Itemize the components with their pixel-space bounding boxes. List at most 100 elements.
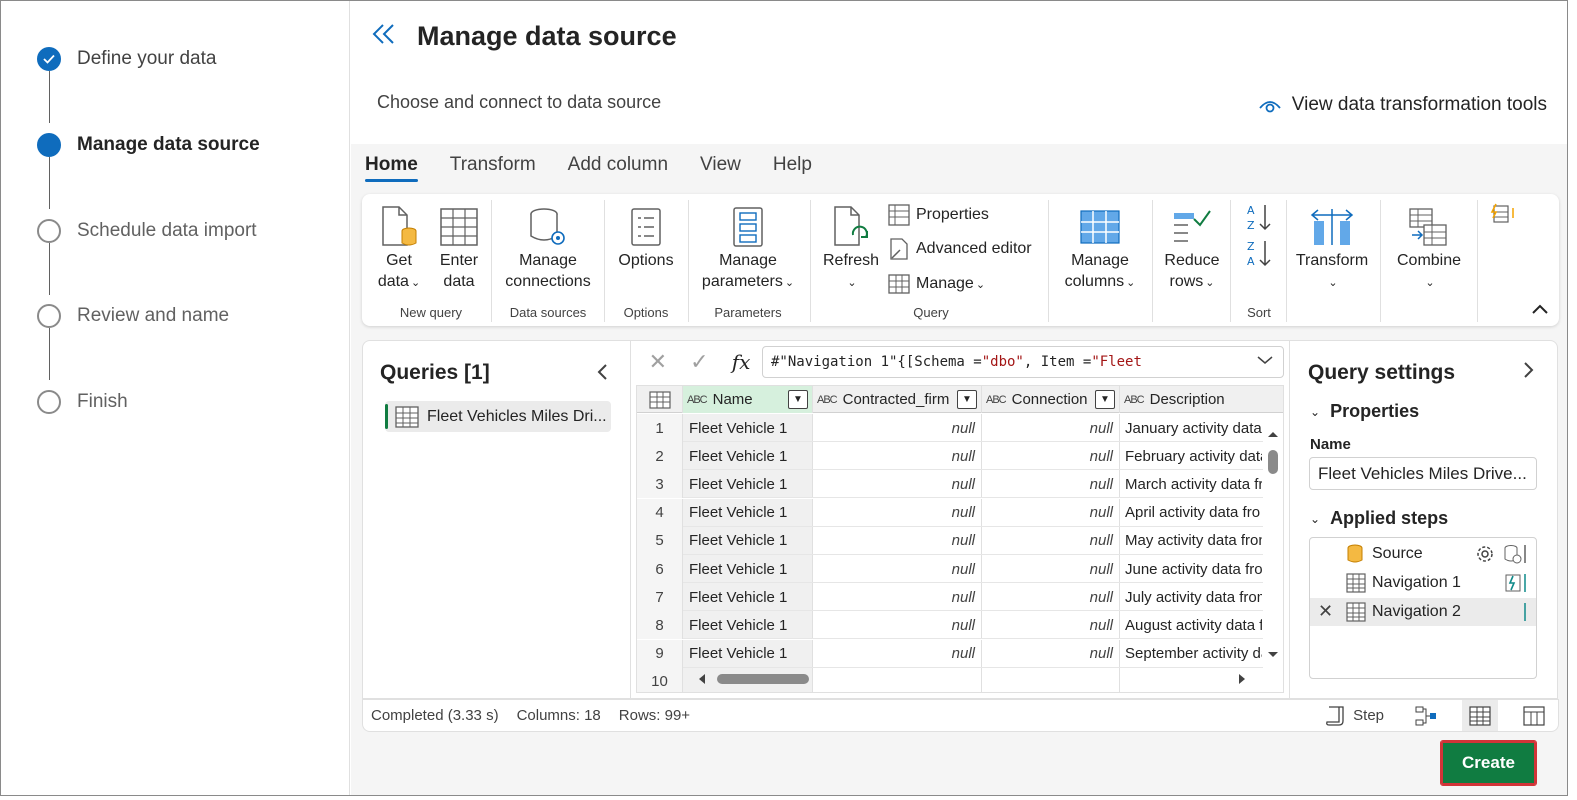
cell-connection[interactable]: null (982, 639, 1120, 668)
wizard-step-schedule[interactable]: Schedule data import (37, 219, 257, 243)
manage-button[interactable]: Manage ⌄ (888, 273, 985, 295)
cell-name[interactable]: Fleet Vehicle 1 (683, 583, 813, 612)
cell-connection[interactable]: null (982, 526, 1120, 555)
cell-connection[interactable]: null (982, 414, 1120, 442)
cell-contracted-firm[interactable]: null (813, 583, 982, 612)
query-item[interactable]: Fleet Vehicles Miles Dri... (385, 401, 611, 432)
schema-view-button[interactable] (1516, 700, 1552, 731)
insights-button[interactable] (1490, 202, 1522, 226)
delete-step-icon[interactable]: ✕ (1318, 601, 1333, 622)
vertical-scrollbar[interactable] (1267, 430, 1279, 662)
wizard-step-review[interactable]: Review and name (37, 304, 229, 328)
tab-view[interactable]: View (700, 152, 741, 182)
cell-contracted-firm[interactable]: null (813, 555, 982, 583)
tab-add-column[interactable]: Add column (568, 152, 668, 182)
applied-steps-toggle[interactable]: ⌄ Applied steps (1310, 508, 1448, 529)
view-transformation-tools-link[interactable]: View data transformation tools (1258, 94, 1547, 116)
cell-contracted-firm[interactable]: null (813, 639, 982, 668)
back-chevron-icon[interactable] (371, 23, 397, 50)
app-frame: Define your data Manage data source Sche… (0, 0, 1568, 796)
applied-step-navigation-2[interactable]: ✕ Navigation 2 (1310, 598, 1536, 626)
tab-transform[interactable]: Transform (450, 152, 536, 182)
fx-icon[interactable]: fx (732, 350, 751, 374)
cell-connection[interactable]: null (982, 442, 1120, 471)
advanced-editor-button[interactable]: Advanced editor (888, 238, 1032, 260)
tab-home[interactable]: Home (365, 152, 418, 182)
combine-button[interactable]: Combine ⌄ (1385, 204, 1473, 294)
cell-description[interactable]: August activity data f (1120, 611, 1262, 639)
table-view-button[interactable] (1462, 700, 1498, 731)
column-dropdown-icon[interactable]: ▼ (957, 390, 977, 409)
applied-step-navigation-1[interactable]: Navigation 1 (1310, 569, 1536, 597)
cell-description[interactable]: January activity data (1120, 414, 1262, 442)
wizard-step-finish[interactable]: Finish (37, 390, 128, 414)
cell-contracted-firm[interactable]: null (813, 470, 982, 499)
expand-right-icon[interactable] (1523, 361, 1535, 384)
chevron-down-icon[interactable] (1257, 353, 1273, 369)
cell-description[interactable]: February activity data (1120, 442, 1262, 470)
column-header-contracted-firm[interactable]: ABC Contracted_firm ▼ (813, 386, 982, 413)
cell-contracted-firm[interactable]: null (813, 611, 982, 640)
cell-name[interactable]: Fleet Vehicle 1 (683, 498, 813, 527)
step-button[interactable]: Step (1319, 700, 1390, 731)
manage-parameters-button[interactable]: Manage parameters ⌄ (693, 204, 803, 294)
column-header-name[interactable]: ABC Name ▼ (683, 386, 813, 413)
ribbon-divider (1048, 200, 1049, 322)
enter-data-button[interactable]: Enter data (432, 204, 486, 292)
cell-description[interactable]: September activity da (1120, 640, 1262, 668)
options-button[interactable]: Options (609, 204, 683, 271)
cell-description[interactable]: June activity data fro (1120, 555, 1262, 583)
formula-input[interactable]: #"Navigation 1"{[Schema = "dbo", Item = … (762, 346, 1284, 378)
manage-connections-button[interactable]: Manage connections (496, 204, 600, 292)
applied-step-source[interactable]: Source (1310, 540, 1536, 568)
sort-ascending-button[interactable]: AZ (1245, 202, 1279, 232)
properties-heading: Properties (1330, 401, 1420, 421)
confirm-icon[interactable]: ✓ (690, 349, 708, 375)
query-name-input[interactable]: Fleet Vehicles Miles Drive... (1309, 457, 1537, 490)
cell-name[interactable]: Fleet Vehicle 1 (683, 470, 813, 499)
column-header-description[interactable]: ABC Description (1120, 386, 1280, 413)
properties-section-toggle[interactable]: ⌄ Properties (1310, 401, 1419, 422)
cell-name[interactable]: Fleet Vehicle 1 (683, 526, 813, 555)
cell-description[interactable]: July activity data from (1120, 583, 1262, 611)
get-data-icon (379, 204, 419, 250)
cell-description[interactable]: March activity data fr (1120, 470, 1262, 498)
cell-name[interactable]: Fleet Vehicle 1 (683, 414, 813, 442)
cell-name[interactable]: Fleet Vehicle 1 (683, 639, 813, 668)
cell-connection[interactable]: null (982, 583, 1120, 612)
transform-button[interactable]: Transform ⌄ (1291, 204, 1373, 294)
wizard-step-define[interactable]: Define your data (37, 47, 216, 71)
sort-descending-button[interactable]: ZA (1245, 238, 1279, 268)
cell-name[interactable]: Fleet Vehicle 1 (683, 555, 813, 583)
horizontal-scrollbar[interactable] (697, 672, 1257, 686)
collapse-left-icon[interactable] (596, 363, 608, 386)
cell-contracted-firm[interactable]: null (813, 526, 982, 555)
cell-connection[interactable]: null (982, 611, 1120, 640)
cell-name[interactable]: Fleet Vehicle 1 (683, 611, 813, 640)
cell-contracted-firm[interactable]: null (813, 414, 982, 442)
properties-button[interactable]: Properties (888, 204, 989, 226)
reduce-rows-button[interactable]: Reduce rows ⌄ (1157, 204, 1227, 294)
create-button[interactable]: Create (1440, 740, 1537, 786)
tab-help[interactable]: Help (773, 152, 812, 182)
gear-icon[interactable] (1474, 543, 1496, 565)
cell-connection[interactable]: null (982, 470, 1120, 499)
cell-connection[interactable]: null (982, 555, 1120, 583)
cell-name[interactable]: Fleet Vehicle 1 (683, 442, 813, 471)
diagram-view-button[interactable] (1408, 700, 1444, 731)
get-data-button[interactable]: Get data ⌄ (372, 204, 426, 294)
collapse-ribbon-icon[interactable] (1531, 302, 1549, 320)
cell-contracted-firm[interactable]: null (813, 442, 982, 471)
refresh-button[interactable]: Refresh ⌄ (816, 204, 886, 294)
cancel-icon[interactable]: ✕ (649, 349, 667, 375)
cell-description[interactable]: April activity data fro (1120, 499, 1262, 527)
column-header-connection[interactable]: ABC Connection ▼ (982, 386, 1120, 413)
cell-contracted-firm[interactable]: null (813, 498, 982, 527)
cell-connection[interactable]: null (982, 498, 1120, 527)
column-dropdown-icon[interactable]: ▼ (1095, 390, 1115, 409)
wizard-step-manage[interactable]: Manage data source (37, 133, 260, 157)
cell-description[interactable]: May activity data fron (1120, 527, 1262, 555)
manage-columns-button[interactable]: Manage columns ⌄ (1053, 204, 1147, 294)
table-menu-icon[interactable] (637, 386, 683, 413)
column-dropdown-icon[interactable]: ▼ (788, 390, 808, 409)
